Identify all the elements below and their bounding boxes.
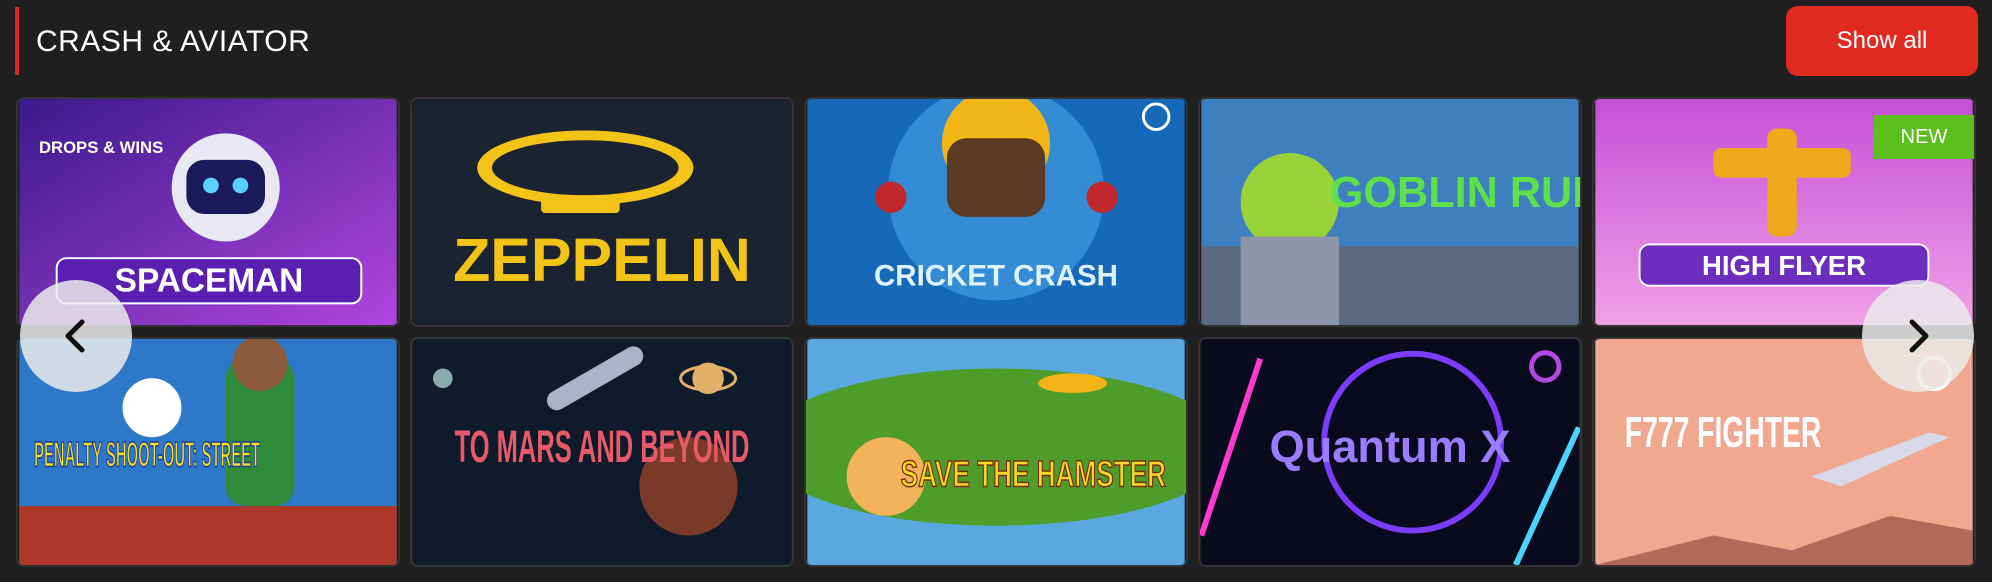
section-title: CRASH & AVIATOR <box>36 25 311 58</box>
game-tile-zeppelin[interactable]: ZEPPELIN <box>410 97 794 327</box>
chevron-right-icon <box>1909 319 1929 353</box>
show-all-button[interactable]: Show all <box>1786 6 1978 76</box>
zeppelin-artwork: ZEPPELIN <box>413 99 791 325</box>
quantum-x-artwork: Quantum X <box>1200 339 1580 565</box>
section-header: CRASH & AVIATOR Show all <box>0 0 1992 88</box>
carousel-next-button[interactable] <box>1862 280 1974 392</box>
game-title-quantum-x: Quantum X <box>1269 421 1510 472</box>
save-the-hamster-artwork: SAVE THE HAMSTER <box>806 339 1186 565</box>
chevron-left-icon <box>65 319 85 353</box>
game-title-spaceman: SPACEMAN <box>115 263 304 300</box>
game-title-high-flyer: HIGH FLYER <box>1702 250 1866 281</box>
game-title-cricket-crash: CRICKET CRASH <box>874 260 1118 293</box>
game-tile-save-the-hamster[interactable]: SAVE THE HAMSTER <box>804 337 1188 567</box>
game-tile-quantum-x[interactable]: Quantum X <box>1198 337 1582 567</box>
game-tile-cricket-crash[interactable]: CRICKET CRASH <box>804 97 1188 327</box>
game-title-save-the-hamster: SAVE THE HAMSTER <box>901 452 1166 494</box>
to-mars-artwork: TO MARS AND BEYOND <box>413 339 791 565</box>
game-tile-to-mars[interactable]: TO MARS AND BEYOND <box>410 337 794 567</box>
cricket-crash-artwork: CRICKET CRASH <box>807 99 1185 325</box>
spaceman-extra-text: DROPS & WINS <box>39 138 163 157</box>
section-accent-bar <box>15 7 19 75</box>
game-title-goblin-run: GOBLIN RUN <box>1330 169 1580 217</box>
game-title-zeppelin: ZEPPELIN <box>453 226 751 294</box>
game-tile-goblin-run[interactable]: GOBLIN RUN <box>1198 97 1582 327</box>
game-title-f777-fighter: F777 FIGHTER <box>1625 409 1822 457</box>
game-title-penalty: PENALTY SHOOT-OUT: STREET <box>34 436 260 475</box>
games-grid: DROPS & WINS SPACEMAN ZEPPELIN CRICKET C… <box>16 97 1976 567</box>
goblin-run-artwork: GOBLIN RUN <box>1201 99 1580 325</box>
carousel-prev-button[interactable] <box>20 280 132 392</box>
new-badge: NEW <box>1874 115 1974 159</box>
game-title-to-mars: TO MARS AND BEYOND <box>455 421 750 472</box>
